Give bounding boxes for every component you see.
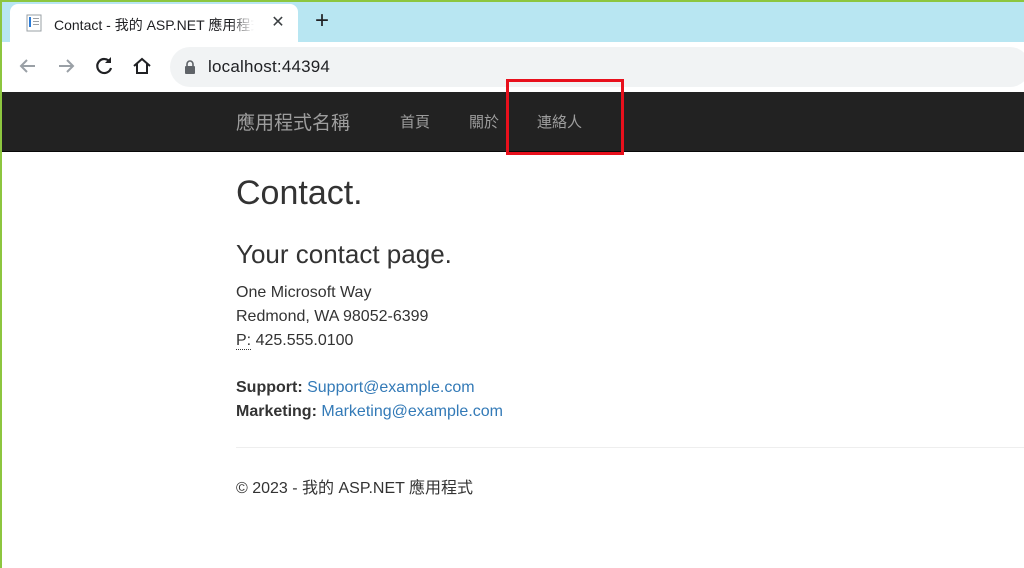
new-tab-icon[interactable]: +: [310, 9, 334, 34]
marketing-label: Marketing:: [236, 403, 317, 420]
back-arrow-icon[interactable]: [16, 54, 40, 78]
nav-link-about[interactable]: 關於: [469, 111, 499, 132]
contact-highlight-box: [506, 79, 624, 155]
marketing-line: Marketing: Marketing@example.com: [236, 403, 503, 421]
footer-divider: [236, 447, 1024, 448]
address-line-1: One Microsoft Way: [236, 284, 372, 301]
home-icon[interactable]: [130, 54, 154, 78]
page-favicon-icon: [26, 14, 42, 32]
url-text[interactable]: localhost:44394: [208, 57, 330, 77]
brand-link[interactable]: 應用程式名稱: [236, 108, 350, 135]
phone-line: P: 425.555.0100: [236, 332, 353, 350]
phone-label: P:: [236, 332, 252, 350]
tab-strip: Contact - 我的 ASP.NET 應用程式 ✕ +: [2, 2, 1024, 42]
address-line-2: Redmond, WA 98052-6399: [236, 308, 429, 325]
support-line: Support: Support@example.com: [236, 379, 475, 397]
page-subtitle: Your contact page.: [236, 239, 452, 269]
marketing-email-link[interactable]: Marketing@example.com: [321, 403, 503, 420]
nav-link-home[interactable]: 首頁: [400, 111, 430, 132]
reload-icon[interactable]: [92, 54, 116, 78]
forward-arrow-icon[interactable]: [54, 54, 78, 78]
active-tab[interactable]: Contact - 我的 ASP.NET 應用程式 ✕: [10, 4, 298, 42]
phone-number: 425.555.0100: [255, 332, 354, 349]
support-label: Support:: [236, 379, 303, 396]
tab-title: Contact - 我的 ASP.NET 應用程式: [54, 15, 254, 33]
page-title: Contact.: [236, 174, 363, 212]
footer-text: © 2023 - 我的 ASP.NET 應用程式: [236, 480, 474, 497]
support-email-link[interactable]: Support@example.com: [307, 379, 474, 396]
lock-icon[interactable]: [184, 59, 196, 75]
close-tab-icon[interactable]: ✕: [268, 13, 288, 33]
